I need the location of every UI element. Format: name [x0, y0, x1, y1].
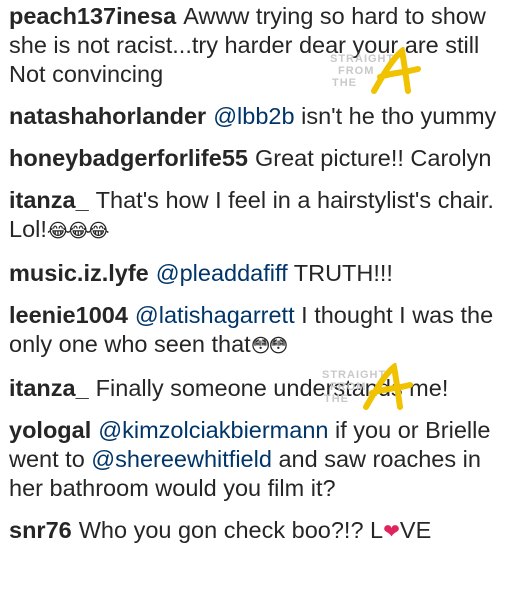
comment-username[interactable]: honeybadgerforlife55 [9, 145, 248, 171]
comment-text: isn't he tho yummy [294, 103, 497, 129]
comment-item: yologal @kimzolciakbiermann if you or Bri… [9, 416, 514, 503]
comment-text: VE [399, 517, 432, 543]
comment-mention-link[interactable]: @latishagarrett [135, 302, 295, 328]
comment-mention-link[interactable]: @pleaddafiff [156, 260, 288, 286]
comment-mention-link[interactable]: @kimzolciakbiermann [98, 417, 328, 443]
comment-item: music.iz.lyfe @pleaddafiff TRUTH!!! [9, 259, 514, 288]
comment-item: itanza_ That's how I feel in a hairstylis… [9, 186, 514, 246]
comment-username[interactable]: yologal [9, 417, 91, 443]
comment-username[interactable]: itanza_ [9, 375, 89, 401]
comment-text: Great picture!! Carolyn [254, 145, 492, 171]
comment-username[interactable]: peach137inesa [9, 3, 176, 29]
comment-username[interactable]: leenie1004 [9, 302, 128, 328]
comment-username[interactable]: natashahorlander [9, 103, 206, 129]
comment-item: natashahorlander @lbb2b isn't he tho yumm… [9, 102, 514, 131]
comment-item: snr76 Who you gon check boo?!? L❤VE [9, 516, 514, 546]
comment-text: Finally someone understands me! [95, 375, 449, 401]
comment-username[interactable]: snr76 [9, 517, 72, 543]
emoji-icon: 😳😳 [250, 335, 289, 357]
comment-item: leenie1004 @latishagarrett I thought I wa… [9, 301, 514, 361]
comment-mention-link[interactable]: @shereewhitfield [91, 446, 272, 472]
comment-item: itanza_ Finally someone understands me! [9, 374, 514, 403]
emoji-icon: 😂😂😂 [46, 220, 110, 242]
comment-username[interactable]: itanza_ [9, 187, 89, 213]
heart-icon: ❤ [383, 519, 400, 543]
comment-item: peach137inesa Awww trying so hard to show… [9, 2, 514, 89]
comment-mention-link[interactable]: @lbb2b [213, 103, 294, 129]
comment-text: Who you gon check boo?!? L [78, 517, 384, 543]
comment-text: TRUTH!!! [287, 260, 393, 286]
comment-item: honeybadgerforlife55 Great picture!! Caro… [9, 144, 514, 173]
comment-list: peach137inesa Awww trying so hard to show… [9, 2, 514, 559]
comment-username[interactable]: music.iz.lyfe [9, 260, 149, 286]
